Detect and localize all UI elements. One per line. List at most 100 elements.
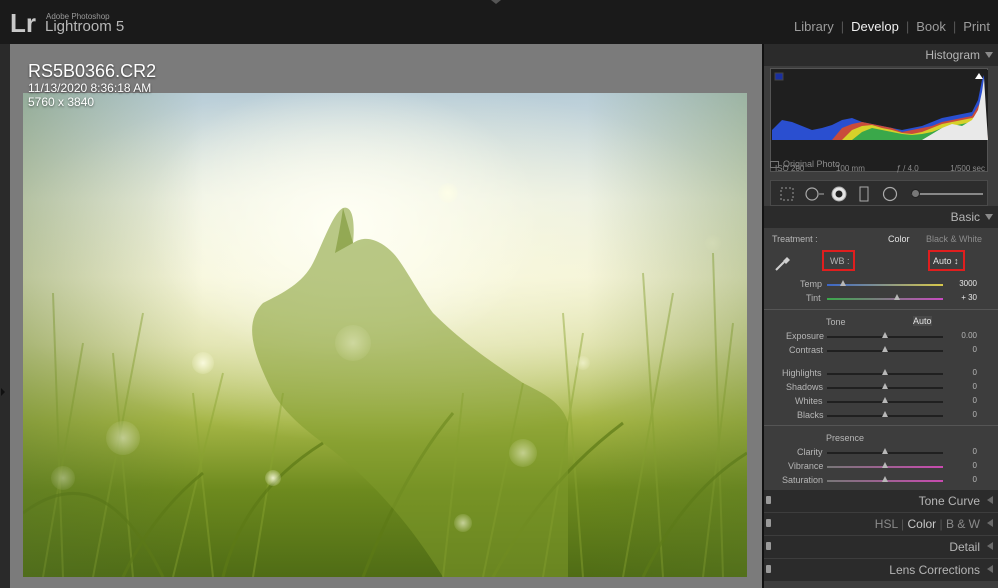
shadows-label: Shadows	[786, 382, 824, 392]
hsl-toggle[interactable]	[766, 519, 771, 527]
top-bar: Lr Adobe Photoshop Lightroom 5 Library |…	[0, 0, 998, 44]
contrast-value[interactable]: 0	[947, 345, 977, 354]
lr-logo: Lr	[10, 8, 36, 38]
tone-curve-header[interactable]: Tone Curve	[764, 490, 998, 512]
lens-corrections-toggle[interactable]	[766, 565, 771, 573]
shadows-value[interactable]: 0	[947, 382, 977, 391]
highlights-label: Highlights	[782, 368, 822, 378]
temp-slider-knob[interactable]	[840, 280, 846, 286]
temp-value[interactable]: 3000	[947, 279, 977, 288]
contrast-slider-knob[interactable]	[882, 346, 888, 352]
module-picker: Library | Develop | Book | Print	[790, 19, 994, 34]
module-book[interactable]: Book	[912, 19, 950, 34]
whites-slider-knob[interactable]	[882, 397, 888, 403]
tool-strip	[770, 180, 988, 206]
clarity-label: Clarity	[797, 447, 823, 457]
original-photo-label: Original Photo	[783, 159, 841, 169]
separator	[764, 425, 998, 426]
module-develop[interactable]: Develop	[847, 19, 903, 34]
expand-hsl-icon[interactable]	[987, 519, 993, 527]
collapse-histogram-icon[interactable]	[985, 52, 993, 58]
module-print[interactable]: Print	[959, 19, 994, 34]
saturation-value[interactable]: 0	[947, 475, 977, 484]
wb-eyedropper-icon[interactable]	[772, 252, 794, 274]
histogram-header[interactable]: Histogram	[764, 44, 998, 66]
original-photo-toggle[interactable]: Original Photo	[770, 159, 840, 169]
wb-preset-dropdown[interactable]: Auto ↕	[933, 256, 959, 266]
histogram[interactable]: ISO 200 100 mm ƒ / 4.0 1/500 sec	[770, 68, 988, 173]
detail-header[interactable]: Detail	[764, 536, 998, 558]
red-eye-tool-icon[interactable]	[831, 186, 847, 202]
treatment-color-option[interactable]: Color	[888, 234, 910, 244]
tone-auto-button[interactable]: Auto	[913, 316, 932, 326]
tone-label: Tone	[826, 317, 846, 327]
basic-panel: Treatment : Color Black & White WB : Aut…	[764, 228, 998, 488]
photo-info-overlay: RS5B0366.CR2 11/13/2020 8:36:18 AM 5760 …	[28, 61, 156, 109]
vibrance-slider-knob[interactable]	[882, 462, 888, 468]
blacks-slider-knob[interactable]	[882, 411, 888, 417]
original-photo-checkbox[interactable]	[770, 160, 779, 168]
detail-title: Detail	[949, 540, 980, 554]
vibrance-value[interactable]: 0	[947, 461, 977, 470]
module-separator: |	[952, 19, 957, 34]
crop-tool-icon[interactable]	[780, 187, 794, 201]
expand-detail-icon[interactable]	[987, 542, 993, 550]
highlights-value[interactable]: 0	[947, 368, 977, 377]
photo-filename: RS5B0366.CR2	[28, 61, 157, 81]
aperture-value: ƒ / 4.0	[896, 164, 919, 173]
expand-tone-curve-icon[interactable]	[987, 496, 993, 504]
clarity-slider-knob[interactable]	[882, 448, 888, 454]
wb-label: WB :	[830, 256, 850, 266]
whites-value[interactable]: 0	[947, 396, 977, 405]
adjustment-brush-knob[interactable]	[911, 189, 920, 198]
tone-curve-toggle[interactable]	[766, 496, 771, 504]
module-library[interactable]: Library	[790, 19, 838, 34]
color-tab[interactable]: Color	[908, 517, 937, 531]
shadows-slider-knob[interactable]	[882, 383, 888, 389]
tint-slider[interactable]	[827, 298, 943, 300]
focal-length-value: 100 mm	[835, 164, 865, 173]
lightroom-window: Lr Adobe Photoshop Lightroom 5 Library |…	[0, 0, 998, 588]
photo-viewer: RS5B0366.CR2 11/13/2020 8:36:18 AM 5760 …	[10, 44, 762, 588]
exposure-slider-knob[interactable]	[882, 332, 888, 338]
highlights-slider-knob[interactable]	[882, 369, 888, 375]
blacks-value[interactable]: 0	[947, 410, 977, 419]
clarity-value[interactable]: 0	[947, 447, 977, 456]
hsl-tab[interactable]: HSL	[875, 517, 898, 531]
lens-corrections-title: Lens Corrections	[889, 563, 980, 577]
tint-slider-knob[interactable]	[894, 294, 900, 300]
basic-header[interactable]: Basic	[764, 206, 998, 228]
bw-tab[interactable]: B & W	[946, 517, 980, 531]
treatment-bw-option[interactable]: Black & White	[926, 234, 982, 244]
expand-lens-corrections-icon[interactable]	[987, 565, 993, 573]
photo-image[interactable]	[23, 93, 747, 577]
module-separator: |	[840, 19, 845, 34]
left-panel-collapsed[interactable]	[0, 44, 10, 588]
saturation-slider-knob[interactable]	[882, 476, 888, 482]
photo-datetime: 11/13/2020 8:36:18 AM	[28, 81, 152, 95]
treatment-label: Treatment :	[772, 234, 818, 244]
photo-vignette-left	[23, 93, 203, 577]
tint-value[interactable]: + 30	[947, 293, 977, 302]
collapse-basic-icon[interactable]	[985, 214, 993, 220]
presence-label: Presence	[826, 433, 865, 443]
saturation-label: Saturation	[782, 475, 824, 485]
exposure-label: Exposure	[786, 331, 825, 341]
top-panel-toggle-icon[interactable]	[491, 0, 501, 4]
photo-vignette-right	[587, 93, 747, 577]
hsl-header[interactable]: HSL | Color | B & W	[764, 513, 998, 535]
spot-removal-tool-icon[interactable]	[805, 187, 824, 201]
shutter-value: 1/500 sec	[950, 164, 985, 173]
hsl-tabs: HSL | Color | B & W	[874, 517, 980, 531]
adjustment-brush-slider[interactable]	[911, 193, 983, 195]
exposure-value[interactable]: 0.00	[947, 331, 977, 340]
graduated-filter-icon[interactable]	[859, 186, 869, 202]
right-panel: Histogram ISO 200 100 mm ƒ / 4.0 1/500 s…	[764, 44, 998, 588]
photo-dimensions: 5760 x 3840	[28, 95, 95, 109]
histogram-graph	[772, 70, 988, 140]
detail-toggle[interactable]	[766, 542, 771, 550]
radial-filter-icon[interactable]	[882, 186, 898, 202]
blacks-label: Blacks	[797, 410, 824, 420]
expand-left-panel-icon[interactable]	[1, 388, 5, 396]
lens-corrections-header[interactable]: Lens Corrections	[764, 559, 998, 581]
